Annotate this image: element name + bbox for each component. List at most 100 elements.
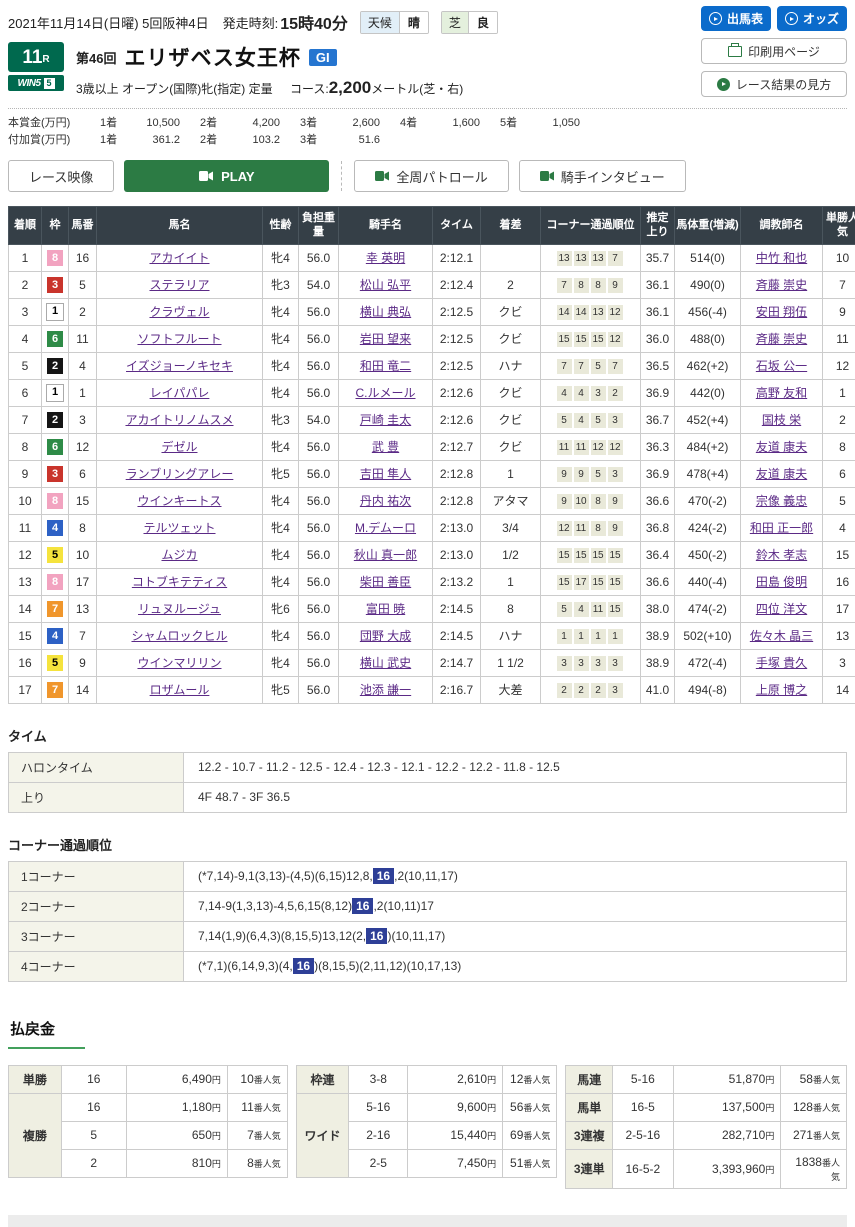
race-number-suffix: R (42, 48, 49, 72)
horse-weight: 424(-2) (675, 514, 741, 541)
horse-name-link[interactable]: クラヴェル (149, 305, 209, 319)
trainer-link[interactable]: 鈴木 孝志 (756, 548, 807, 562)
trainer-link[interactable]: 佐々木 晶三 (750, 629, 813, 643)
trainer-link[interactable]: 宗像 義忠 (756, 494, 807, 508)
corner-order: 2223 (541, 676, 641, 703)
frame-cell: 8 (42, 244, 69, 271)
corner-order: 3333 (541, 649, 641, 676)
prize-amount: 51.6 (328, 132, 380, 149)
horse-number: 5 (69, 271, 97, 298)
horse-name-link[interactable]: アカイイト (149, 251, 209, 265)
jockey-link[interactable]: 松山 弘平 (360, 278, 411, 292)
race-number-badge: 11R (8, 42, 64, 72)
weather-label: 天候 (361, 12, 400, 33)
jockey-link[interactable]: M.デムーロ (355, 521, 416, 535)
jockey-link[interactable]: 秋山 真一郎 (354, 548, 417, 562)
horse-name-link[interactable]: ウインキートス (137, 494, 221, 508)
trainer-link[interactable]: 田島 俊明 (756, 575, 807, 589)
trainer-link[interactable]: 斉藤 崇史 (756, 332, 807, 346)
trainer-link[interactable]: 友道 康夫 (756, 467, 807, 481)
race-number-badges: 11R WIN5 5 (8, 42, 64, 91)
odds-button[interactable]: オッズ (777, 6, 847, 31)
video-camera-icon (375, 171, 389, 181)
trainer-link[interactable]: 上原 博之 (756, 683, 807, 697)
jockey-link[interactable]: C.ルメール (355, 386, 415, 400)
horse-name-link[interactable]: シャムロックヒル (131, 629, 227, 643)
jockey-link[interactable]: 幸 英明 (366, 251, 405, 265)
horse-name-link[interactable]: ロザムール (150, 683, 210, 697)
horse-name-link[interactable]: ランブリングアレー (126, 467, 234, 481)
jockey-link[interactable]: 横山 典弘 (360, 305, 411, 319)
jockey-link[interactable]: 吉田 隼人 (360, 467, 411, 481)
horse-name-link[interactable]: レイパパレ (150, 386, 210, 400)
fukusho-pay: 810円 (126, 1149, 227, 1177)
trainer-link[interactable]: 手塚 貴久 (756, 656, 807, 670)
sanrentan-pay: 3,393,960円 (673, 1149, 781, 1188)
umaren-pay: 51,870円 (673, 1065, 781, 1093)
fukusho-comb: 16 (61, 1093, 126, 1121)
entries-button[interactable]: 出馬表 (701, 6, 771, 31)
horse-name-link[interactable]: ムジカ (161, 548, 197, 562)
horse-name-cell: テルツェット (97, 514, 263, 541)
horse-name-link[interactable]: デゼル (161, 440, 197, 454)
corner-order: 541115 (541, 595, 641, 622)
trainer-link[interactable]: 安田 翔伍 (756, 305, 807, 319)
trainer-link[interactable]: 友道 康夫 (756, 440, 807, 454)
print-page-button[interactable]: 印刷用ページ (701, 38, 847, 64)
jockey-link[interactable]: 横山 武史 (360, 656, 411, 670)
frame-badge: 7 (47, 601, 63, 617)
weight-carried: 56.0 (299, 676, 339, 703)
win-favorite: 1 (823, 379, 855, 406)
sex-age: 牝4 (263, 298, 299, 325)
finish-time: 2:12.8 (433, 460, 481, 487)
corner-section-heading: コーナー通過順位 (8, 835, 847, 854)
corner-2-label: 2コーナー (9, 891, 184, 921)
prize-place: 1着 (100, 132, 128, 149)
jockey-cell: 松山 弘平 (339, 271, 433, 298)
horse-name-link[interactable]: リュヌルージュ (138, 602, 221, 616)
trainer-link[interactable]: 国枝 栄 (762, 413, 801, 427)
horse-name-link[interactable]: コトブキテティス (132, 575, 227, 589)
horse-name-link[interactable]: ウインマリリン (137, 656, 221, 670)
horse-weight: 450(-2) (675, 541, 741, 568)
horse-name-link[interactable]: アカイトリノムスメ (125, 413, 233, 427)
jockey-link[interactable]: 富田 暁 (366, 602, 405, 616)
horse-name-link[interactable]: イズジョーノキセキ (126, 359, 233, 373)
table-row: 2 3 5 ステラリア 牝3 54.0 松山 弘平 2:12.4 2 7889 … (9, 271, 855, 298)
horse-name-link[interactable]: ソフトフルート (137, 332, 221, 346)
frame-cell: 7 (42, 676, 69, 703)
trainer-link[interactable]: 高野 友和 (756, 386, 807, 400)
wakuren-fav: 12番人気 (503, 1065, 557, 1093)
col-horse-number: 馬番 (69, 207, 97, 245)
jockey-link[interactable]: 丹内 祐次 (360, 494, 411, 508)
table-row: 1 8 16 アカイイト 牝4 56.0 幸 英明 2:12.1 1313137… (9, 244, 855, 271)
margin: 8 (481, 595, 541, 622)
frame-badge: 6 (47, 439, 63, 455)
margin (481, 244, 541, 271)
jockey-link[interactable]: 岩田 望来 (360, 332, 411, 346)
jockey-link[interactable]: 和田 竜二 (360, 359, 411, 373)
jockey-link[interactable]: 武 豊 (372, 440, 399, 454)
trainer-link[interactable]: 和田 正一郎 (750, 521, 813, 535)
horse-name-cell: ステラリア (97, 271, 263, 298)
jockey-link[interactable]: 柴田 善臣 (360, 575, 411, 589)
horse-name-link[interactable]: テルツェット (143, 521, 215, 535)
trainer-link[interactable]: 石坂 公一 (756, 359, 807, 373)
corner-order: 15151515 (541, 541, 641, 568)
trainer-link[interactable]: 四位 洋文 (756, 602, 807, 616)
jockey-link[interactable]: 戸崎 圭太 (360, 413, 411, 427)
jockey-link[interactable]: 団野 大成 (360, 629, 411, 643)
corner-order: 5453 (541, 406, 641, 433)
fukusho-fav: 7番人気 (227, 1121, 287, 1149)
trainer-link[interactable]: 中竹 和也 (756, 251, 807, 265)
jockey-link[interactable]: 池添 謙一 (360, 683, 411, 697)
play-button[interactable]: PLAY (124, 160, 329, 192)
win5-logo: WIN5 (18, 78, 41, 89)
horse-name-link[interactable]: ステラリア (149, 278, 209, 292)
result-guide-button[interactable]: レース結果の見方 (701, 71, 847, 97)
jockey-interview-button[interactable]: 騎手インタビュー (519, 160, 686, 192)
trainer-link[interactable]: 斉藤 崇史 (756, 278, 807, 292)
corner-order: 4432 (541, 379, 641, 406)
horse-name-cell: レイパパレ (97, 379, 263, 406)
patrol-video-button[interactable]: 全周パトロール (354, 160, 508, 192)
